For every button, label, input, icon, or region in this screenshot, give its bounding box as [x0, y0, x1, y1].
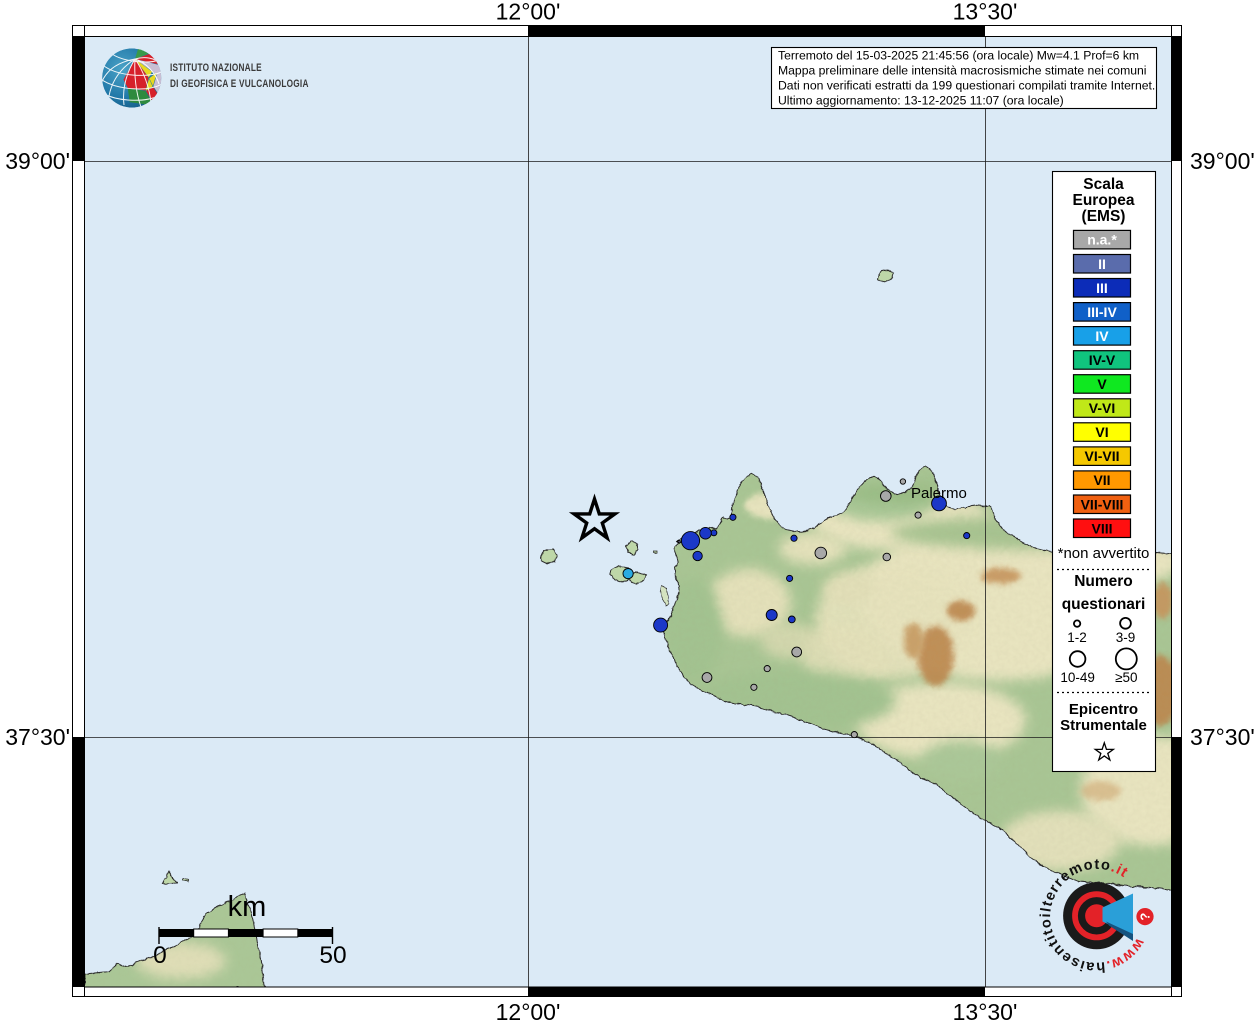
svg-text:39°00': 39°00': [5, 148, 70, 174]
svg-text:DI GEOFISICA E VULCANOLOGIA: DI GEOFISICA E VULCANOLOGIA: [170, 78, 309, 90]
svg-text:km: km: [228, 891, 267, 923]
svg-text:?: ?: [1138, 913, 1153, 921]
svg-text:II: II: [1098, 256, 1106, 272]
svg-text:V-VI: V-VI: [1089, 400, 1115, 416]
svg-text:Scala: Scala: [1083, 176, 1124, 193]
svg-text:ISTITUTO NAZIONALE: ISTITUTO NAZIONALE: [170, 62, 262, 74]
svg-text:n.a.*: n.a.*: [1087, 232, 1117, 248]
svg-text:13°30': 13°30': [953, 0, 1018, 25]
svg-text:50: 50: [319, 942, 346, 969]
svg-text:VI: VI: [1095, 424, 1108, 440]
svg-text:III-IV: III-IV: [1087, 304, 1117, 320]
svg-text:IV: IV: [1095, 328, 1109, 344]
svg-text:III: III: [1096, 280, 1108, 296]
svg-text:13°30': 13°30': [953, 999, 1018, 1024]
svg-text:3-9: 3-9: [1116, 630, 1136, 645]
svg-text:VII-VIII: VII-VIII: [1081, 496, 1124, 512]
svg-text:≥50: ≥50: [1115, 670, 1137, 685]
svg-text:Dati non verificati estratti d: Dati non verificati estratti da 199 ques…: [778, 79, 1155, 93]
svg-text:Epicentro: Epicentro: [1069, 701, 1138, 718]
svg-text:12°00': 12°00': [496, 999, 561, 1024]
svg-text:12°00': 12°00': [496, 0, 561, 25]
svg-text:Strumentale: Strumentale: [1060, 717, 1147, 734]
svg-text:VII: VII: [1093, 472, 1110, 488]
svg-text:37°30': 37°30': [5, 724, 70, 750]
svg-text:37°30': 37°30': [1190, 724, 1255, 750]
svg-text:Mappa preliminare delle intens: Mappa preliminare delle intensità macros…: [778, 64, 1147, 78]
svg-text:10-49: 10-49: [1060, 670, 1095, 685]
svg-text:1-2: 1-2: [1067, 630, 1087, 645]
svg-text:VIII: VIII: [1091, 520, 1112, 536]
svg-text:(EMS): (EMS): [1082, 208, 1126, 225]
svg-text:V: V: [1097, 376, 1107, 392]
svg-text:Numero: Numero: [1074, 573, 1133, 590]
svg-text:Ultimo aggiornamento: 13-12-20: Ultimo aggiornamento: 13-12-2025 11:07 (…: [778, 94, 1064, 108]
svg-text:*non avvertito: *non avvertito: [1058, 545, 1150, 562]
svg-text:Palermo: Palermo: [911, 485, 967, 502]
svg-text:Europea: Europea: [1072, 192, 1134, 209]
svg-text:Terremoto del 15-03-2025 21:45: Terremoto del 15-03-2025 21:45:56 (ora l…: [778, 49, 1139, 63]
svg-text:VI-VII: VI-VII: [1084, 448, 1119, 464]
svg-text:IV-V: IV-V: [1089, 352, 1116, 368]
svg-text:questionari: questionari: [1062, 596, 1146, 613]
svg-text:0: 0: [153, 942, 167, 969]
svg-text:39°00': 39°00': [1190, 148, 1255, 174]
